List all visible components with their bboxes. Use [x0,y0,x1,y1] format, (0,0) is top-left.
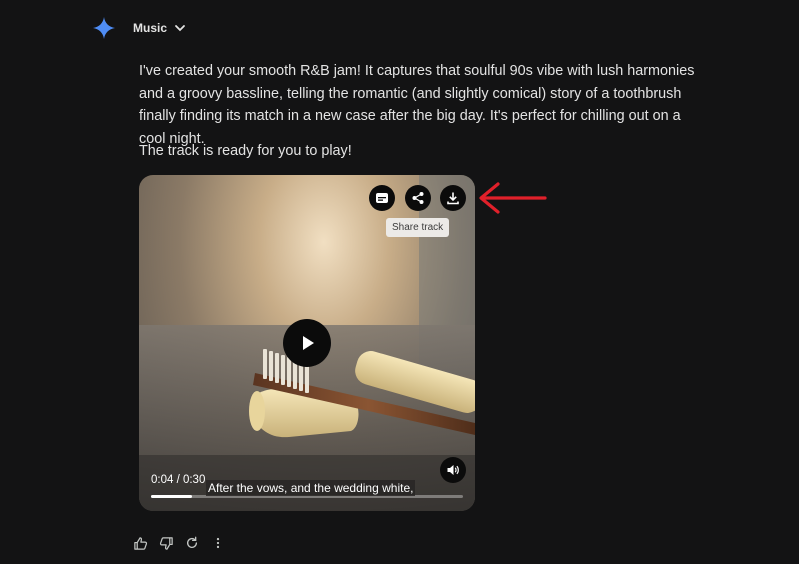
thumbs-down-button[interactable] [157,534,175,552]
regenerate-icon [186,536,198,548]
gemini-spark-icon [92,16,116,40]
thumbs-down-icon [159,536,173,550]
more-vert-icon [216,537,220,549]
chevron-down-icon[interactable] [173,21,187,35]
share-icon [412,192,424,204]
captions-button[interactable] [369,185,395,211]
share-tooltip: Share track [386,218,450,237]
progress-fill [151,495,193,498]
download-button[interactable] [440,185,466,211]
play-button[interactable] [283,319,331,367]
thumbs-up-button[interactable] [131,534,149,552]
red-arrow-annotation [479,182,547,214]
share-track-button[interactable] [405,185,431,211]
download-icon [447,192,459,205]
response-actions [131,534,235,552]
response-header: Music [92,16,187,40]
response-paragraph: I've created your smooth R&B jam! It cap… [139,63,695,147]
captions-icon [376,193,388,203]
play-icon [303,336,314,350]
model-label: Music [133,21,168,35]
response-paragraph: The track is ready for you to play! [139,143,352,159]
lyrics-caption: After the vows, and the wedding white, [206,480,416,496]
music-player[interactable]: Share track 0:04 / 0:30 After the vows, … [139,175,475,511]
volume-button[interactable] [440,457,466,483]
volume-icon [447,465,459,475]
playback-time: 0:04 / 0:30 [151,474,206,486]
regenerate-button[interactable] [183,534,201,552]
thumbs-up-icon [133,536,147,550]
more-options-button[interactable] [209,534,227,552]
